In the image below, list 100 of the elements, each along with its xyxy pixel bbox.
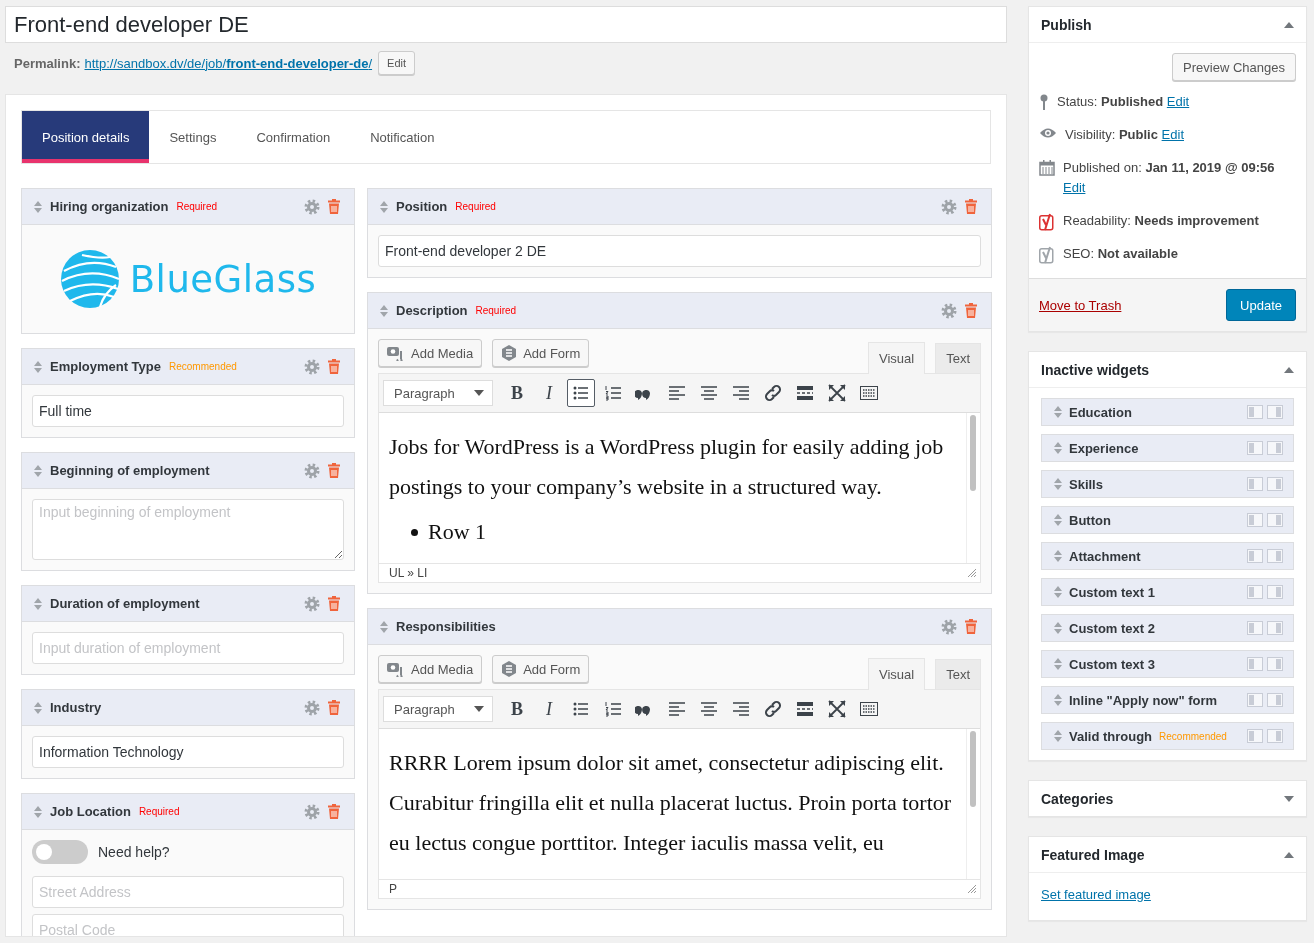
column-right-icon[interactable] [1267, 729, 1283, 743]
sort-icon[interactable] [380, 200, 388, 213]
gear-icon[interactable] [941, 198, 957, 215]
sort-icon[interactable] [34, 200, 42, 213]
edit-button[interactable]: Edit [378, 51, 416, 75]
gear-icon[interactable] [304, 699, 320, 716]
column-right-icon[interactable] [1267, 549, 1283, 563]
trash-icon[interactable] [965, 199, 977, 214]
column-left-icon[interactable] [1247, 549, 1263, 563]
column-right-icon[interactable] [1267, 441, 1283, 455]
toggle-switch[interactable] [32, 840, 88, 864]
sort-icon[interactable] [1054, 406, 1062, 418]
caret-down-icon[interactable] [1284, 795, 1294, 802]
sort-icon[interactable] [1054, 658, 1062, 670]
caret-up-icon[interactable] [1284, 851, 1294, 858]
scrollbar[interactable] [970, 415, 976, 491]
tab[interactable]: Position details [22, 111, 150, 163]
gear-icon[interactable] [941, 302, 957, 319]
preview-changes-button[interactable]: Preview Changes [1172, 53, 1296, 81]
column-left-icon[interactable] [1247, 477, 1263, 491]
column-left-icon[interactable] [1247, 729, 1263, 743]
format-select[interactable]: Paragraph [383, 696, 493, 722]
editor-mode-tab[interactable]: Visual [867, 658, 926, 690]
title-field[interactable]: Front-end developer DE [5, 6, 1007, 43]
tab[interactable]: Settings [149, 111, 237, 163]
text-area[interactable]: Input beginning of employment [32, 499, 344, 560]
sort-icon[interactable] [34, 464, 42, 477]
text-field[interactable]: Front-end developer 2 DE [378, 235, 981, 267]
caret-up-icon[interactable] [1284, 21, 1294, 28]
format-select[interactable]: Paragraph [383, 380, 493, 406]
text-field[interactable]: Full time [32, 395, 344, 427]
trash-icon[interactable] [328, 804, 340, 819]
sort-icon[interactable] [1054, 730, 1062, 742]
sort-icon[interactable] [34, 597, 42, 610]
sort-icon[interactable] [34, 360, 42, 373]
trash-icon[interactable] [328, 199, 340, 214]
add-form-button[interactable]: Add Form [492, 339, 590, 367]
tab[interactable]: Notification [350, 111, 455, 163]
column-left-icon[interactable] [1247, 441, 1263, 455]
column-right-icon[interactable] [1267, 477, 1283, 491]
sort-icon[interactable] [380, 620, 388, 633]
column-left-icon[interactable] [1247, 513, 1263, 527]
column-right-icon[interactable] [1267, 405, 1283, 419]
bullet-list-button[interactable] [567, 379, 595, 407]
sort-icon[interactable] [1054, 550, 1062, 562]
sort-icon[interactable] [1054, 622, 1062, 634]
sort-icon[interactable] [1054, 442, 1062, 454]
editor-mode-tab[interactable]: Visual [867, 342, 926, 374]
sort-icon[interactable] [34, 701, 42, 714]
move-to-trash-link[interactable]: Move to Trash [1039, 297, 1122, 313]
gear-icon[interactable] [304, 198, 320, 215]
column-right-icon[interactable] [1267, 693, 1283, 707]
add-media-button[interactable]: Add Media [378, 655, 483, 683]
text-field[interactable]: Street Address [32, 876, 344, 908]
trash-icon[interactable] [328, 596, 340, 611]
resize-grip-icon[interactable] [968, 885, 976, 893]
trash-icon[interactable] [328, 700, 340, 715]
column-left-icon[interactable] [1247, 405, 1263, 419]
add-media-button[interactable]: Add Media [378, 339, 483, 367]
resize-grip-icon[interactable] [968, 569, 976, 577]
column-left-icon[interactable] [1247, 657, 1263, 671]
sort-icon[interactable] [1054, 478, 1062, 490]
trash-icon[interactable] [965, 303, 977, 318]
text-field[interactable]: Information Technology [32, 736, 344, 768]
gear-icon[interactable] [304, 803, 320, 820]
edit-link[interactable]: Edit [1166, 94, 1190, 109]
update-button[interactable]: Update [1226, 289, 1296, 321]
trash-icon[interactable] [328, 359, 340, 374]
sort-icon[interactable] [34, 805, 42, 818]
editor-mode-tab[interactable]: Text [935, 659, 981, 689]
editor-content[interactable]: RRRR Lorem ipsum dolor sit amet, consectetur adipiscing elit. Curabitur fringilla elit et nulla placerat luctus. Proin porta tortor eu lectus congue porttitor. Integer iaculis massa velit, eu [379, 729, 980, 879]
scrollbar[interactable] [970, 731, 976, 807]
tab[interactable]: Confirmation [236, 111, 351, 163]
editor-mode-tab[interactable]: Text [935, 343, 981, 373]
set-featured-image-link[interactable]: Set featured image [1041, 887, 1151, 902]
column-right-icon[interactable] [1267, 585, 1283, 599]
column-right-icon[interactable] [1267, 513, 1283, 527]
gear-icon[interactable] [304, 462, 320, 479]
column-left-icon[interactable] [1247, 693, 1263, 707]
italic-button[interactable]: I [535, 379, 563, 407]
gear-icon[interactable] [304, 358, 320, 375]
edit-link[interactable]: Edit [1063, 180, 1086, 195]
bold-button[interactable]: B [503, 379, 531, 407]
sort-icon[interactable] [1054, 586, 1062, 598]
sort-icon[interactable] [1054, 694, 1062, 706]
bold-button[interactable]: B [503, 695, 531, 723]
trash-icon[interactable] [965, 619, 977, 634]
editor-content[interactable]: Jobs for WordPress is a WordPress plugin for easily adding job postings to your company’s website in a structured way. Row 1 [379, 413, 980, 563]
sort-icon[interactable] [1054, 514, 1062, 526]
column-right-icon[interactable] [1267, 657, 1283, 671]
column-right-icon[interactable] [1267, 621, 1283, 635]
trash-icon[interactable] [328, 463, 340, 478]
column-left-icon[interactable] [1247, 585, 1263, 599]
sort-icon[interactable] [380, 304, 388, 317]
permalink-link[interactable]: http://sandbox.dv/de/job/front-end-developer-de/ [84, 55, 373, 71]
italic-button[interactable]: I [535, 695, 563, 723]
caret-up-icon[interactable] [1284, 366, 1294, 373]
text-field[interactable]: Postal Code [32, 914, 344, 936]
add-form-button[interactable]: Add Form [492, 655, 590, 683]
column-left-icon[interactable] [1247, 621, 1263, 635]
